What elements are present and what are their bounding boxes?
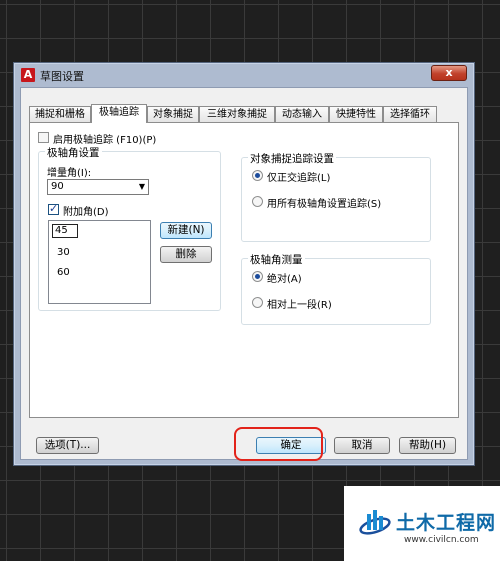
relative-to-last-segment-radio[interactable] [252, 297, 263, 308]
polar-angle-measurement-title: 极轴角测量 [248, 252, 305, 267]
orthogonal-only-radio[interactable] [252, 170, 263, 181]
all-polar-angles-radio[interactable] [252, 196, 263, 207]
ok-button-highlight [234, 427, 323, 461]
all-polar-angles-label: 用所有极轴角设置追踪(S) [267, 199, 382, 210]
tab-object-snap[interactable]: 对象捕捉 [147, 106, 199, 122]
enable-polar-tracking-label: 启用极轴追踪 (F10)(P) [53, 135, 157, 146]
polar-angle-settings-group: 极轴角设置 增量角(I): 90 ▼ 附加角(D) 45 30 60 新建(N)… [38, 145, 221, 311]
increment-angle-value: 90 [51, 181, 64, 192]
help-button[interactable]: 帮助(H) [399, 437, 456, 454]
orthogonal-only-label: 仅正交追踪(L) [267, 173, 331, 184]
additional-angles-checkbox[interactable] [48, 202, 59, 215]
polar-angle-measurement-group: 极轴角测量 绝对(A) 相对上一段(R) [241, 252, 431, 325]
enable-polar-tracking-checkbox[interactable] [38, 132, 49, 143]
list-item[interactable]: 30 [57, 247, 70, 258]
additional-angles-label: 附加角(D) [63, 207, 109, 218]
drafting-settings-dialog: A 草图设置 x 捕捉和栅格 极轴追踪 对象捕捉 三维对象捕捉 动态输入 快捷特… [13, 62, 475, 466]
options-button[interactable]: 选项(T)... [36, 437, 99, 454]
dialog-client-area: 捕捉和栅格 极轴追踪 对象捕捉 三维对象捕捉 动态输入 快捷特性 选择循环 启用… [20, 87, 468, 460]
site-watermark: 土木工程网 www.civilcn.com [344, 486, 500, 561]
relative-to-last-segment-label: 相对上一段(R) [267, 300, 332, 311]
chevron-down-icon: ▼ [138, 182, 145, 191]
watermark-name: 土木工程网 [396, 512, 497, 534]
tab-snap-and-grid[interactable]: 捕捉和栅格 [29, 106, 91, 122]
tab-3d-object-snap[interactable]: 三维对象捕捉 [199, 106, 275, 122]
dialog-title: 草图设置 [40, 70, 84, 83]
polar-tracking-panel: 启用极轴追踪 (F10)(P) 极轴角设置 增量角(I): 90 ▼ 附加角(D… [29, 122, 459, 418]
absolute-label: 绝对(A) [267, 274, 302, 285]
increment-angle-label: 增量角(I): [47, 168, 92, 179]
close-button[interactable]: x [431, 65, 467, 81]
new-angle-button[interactable]: 新建(N) [160, 222, 212, 239]
polar-angle-settings-title: 极轴角设置 [45, 145, 102, 160]
title-bar[interactable]: A 草图设置 x [14, 63, 474, 87]
list-item[interactable]: 60 [57, 267, 70, 278]
object-snap-tracking-group: 对象捕捉追踪设置 仅正交追踪(L) 用所有极轴角设置追踪(S) [241, 151, 431, 242]
tab-polar-tracking[interactable]: 极轴追踪 [91, 104, 147, 123]
additional-angles-list[interactable]: 45 30 60 [48, 220, 151, 304]
tab-selection-cycling[interactable]: 选择循环 [383, 106, 437, 122]
watermark-url: www.civilcn.com [404, 535, 479, 545]
civilcn-logo-icon [359, 510, 391, 535]
absolute-radio[interactable] [252, 271, 263, 282]
increment-angle-dropdown[interactable]: 90 ▼ [47, 179, 149, 195]
delete-angle-button[interactable]: 删除 [160, 246, 212, 263]
tab-dynamic-input[interactable]: 动态输入 [275, 106, 329, 122]
object-snap-tracking-title: 对象捕捉追踪设置 [248, 151, 336, 166]
tab-quick-properties[interactable]: 快捷特性 [329, 106, 383, 122]
cancel-button[interactable]: 取消 [334, 437, 390, 454]
autocad-app-icon: A [21, 68, 35, 82]
close-icon: x [445, 66, 453, 79]
angle-edit-field[interactable]: 45 [52, 224, 78, 238]
